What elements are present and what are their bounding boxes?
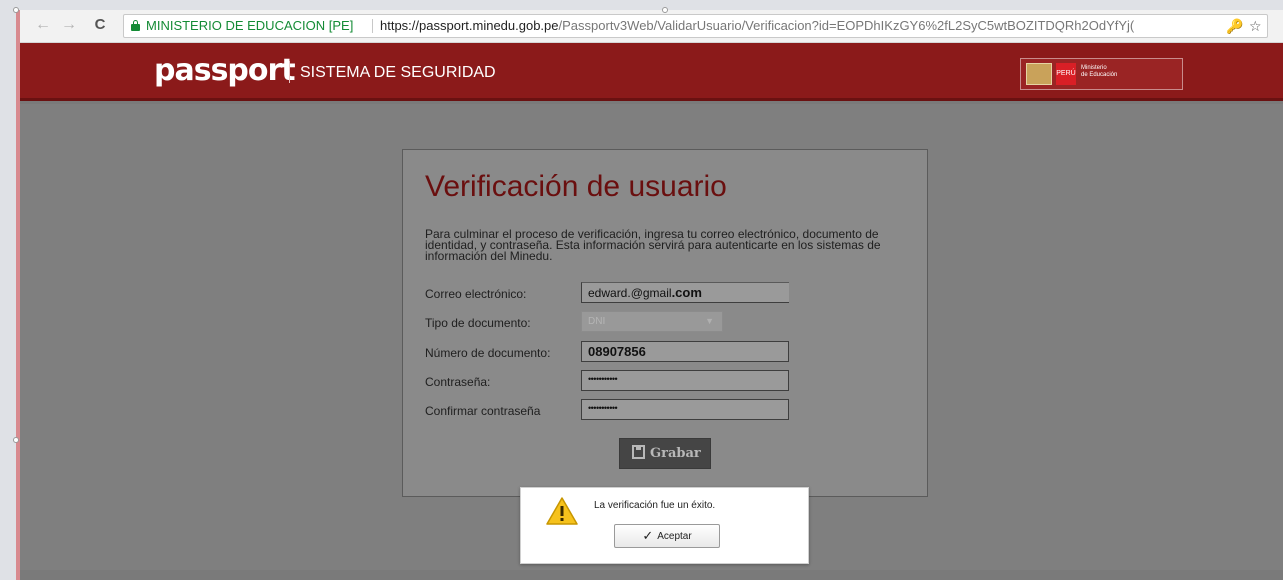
resize-handle[interactable] [13,437,19,443]
url-path: /Passportv3Web/ValidarUsuario/Verificaci… [558,18,1135,33]
dialog-message: La verificación fue un éxito. [594,500,716,511]
peru-flag-label: PERÚ [1056,63,1076,85]
chevron-down-icon: ▼ [705,316,714,326]
canvas-left [0,0,16,580]
form-description: Para culminar el proceso de verificación… [425,227,881,263]
resize-handle[interactable] [662,7,668,13]
header-subtitle: SISTEMA DE SEGURIDAD [300,64,496,81]
doctype-value: DNI [588,316,606,327]
key-icon[interactable]: 🔑 [1226,15,1243,37]
back-icon[interactable]: ← [34,16,52,34]
separator [372,19,373,33]
confirm-password-field[interactable]: ••••••••••• [581,399,789,420]
site-header: passport SISTEMA DE SEGURIDAD PERÚ Minis… [16,43,1283,101]
success-dialog: La verificación fue un éxito. ✓ Aceptar [520,487,809,564]
email-domain: .com [671,285,702,300]
email-label: Correo electrónico: [425,287,527,301]
accept-label: Aceptar [657,531,692,542]
verification-card: Verificación de usuario Para culminar el… [402,149,928,497]
confirm-password-label: Confirmar contraseña [425,404,541,418]
save-label: Grabar [650,446,701,461]
save-icon [632,445,645,459]
canvas-top [0,0,1283,10]
email-user: edward.@gmail [588,286,672,300]
docnum-field[interactable]: 08907856 [581,341,789,362]
header-divider [289,61,290,83]
star-icon[interactable]: ☆ [1249,15,1262,37]
doctype-select[interactable]: DNI ▼ [581,311,723,332]
browser-toolbar: ← → C MINISTERIO DE EDUCACION [PE] https… [16,10,1283,43]
url-text: https://passport.minedu.gob.pe/Passportv… [380,15,1220,37]
address-bar[interactable]: MINISTERIO DE EDUCACION [PE] https://pas… [123,14,1268,38]
doctype-label: Tipo de documento: [425,316,531,330]
minedu-logo[interactable]: PERÚ Ministerio de Educación [1020,58,1183,90]
passport-logo[interactable]: passport [154,53,296,88]
ministry-name: Ministerio de Educación [1081,65,1117,79]
accept-button[interactable]: ✓ Aceptar [614,524,720,548]
email-field[interactable]: edward.@gmail.com [581,282,789,303]
save-button[interactable]: Grabar [619,438,711,469]
check-icon: ✓ [642,528,654,543]
ministry-line-2: de Educación [1081,72,1118,78]
page-body: Verificación de usuario Para culminar el… [16,104,1283,570]
reload-icon[interactable]: C [91,16,109,34]
page-title: Verificación de usuario [425,170,727,203]
selection-edge [16,10,20,580]
coat-of-arms-icon [1026,63,1052,85]
docnum-label: Número de documento: [425,346,551,360]
ministry-line-1: Ministerio [1081,65,1107,71]
site-identity: MINISTERIO DE EDUCACION [PE] [146,18,354,33]
forward-icon[interactable]: → [60,16,78,34]
url-host: https://passport.minedu.gob.pe [380,18,559,33]
browser-window: ← → C MINISTERIO DE EDUCACION [PE] https… [16,10,1283,580]
warning-icon [546,497,578,525]
lock-icon [131,20,140,31]
resize-handle[interactable] [13,7,19,13]
password-field[interactable]: ••••••••••• [581,370,789,391]
password-label: Contraseña: [425,375,491,389]
